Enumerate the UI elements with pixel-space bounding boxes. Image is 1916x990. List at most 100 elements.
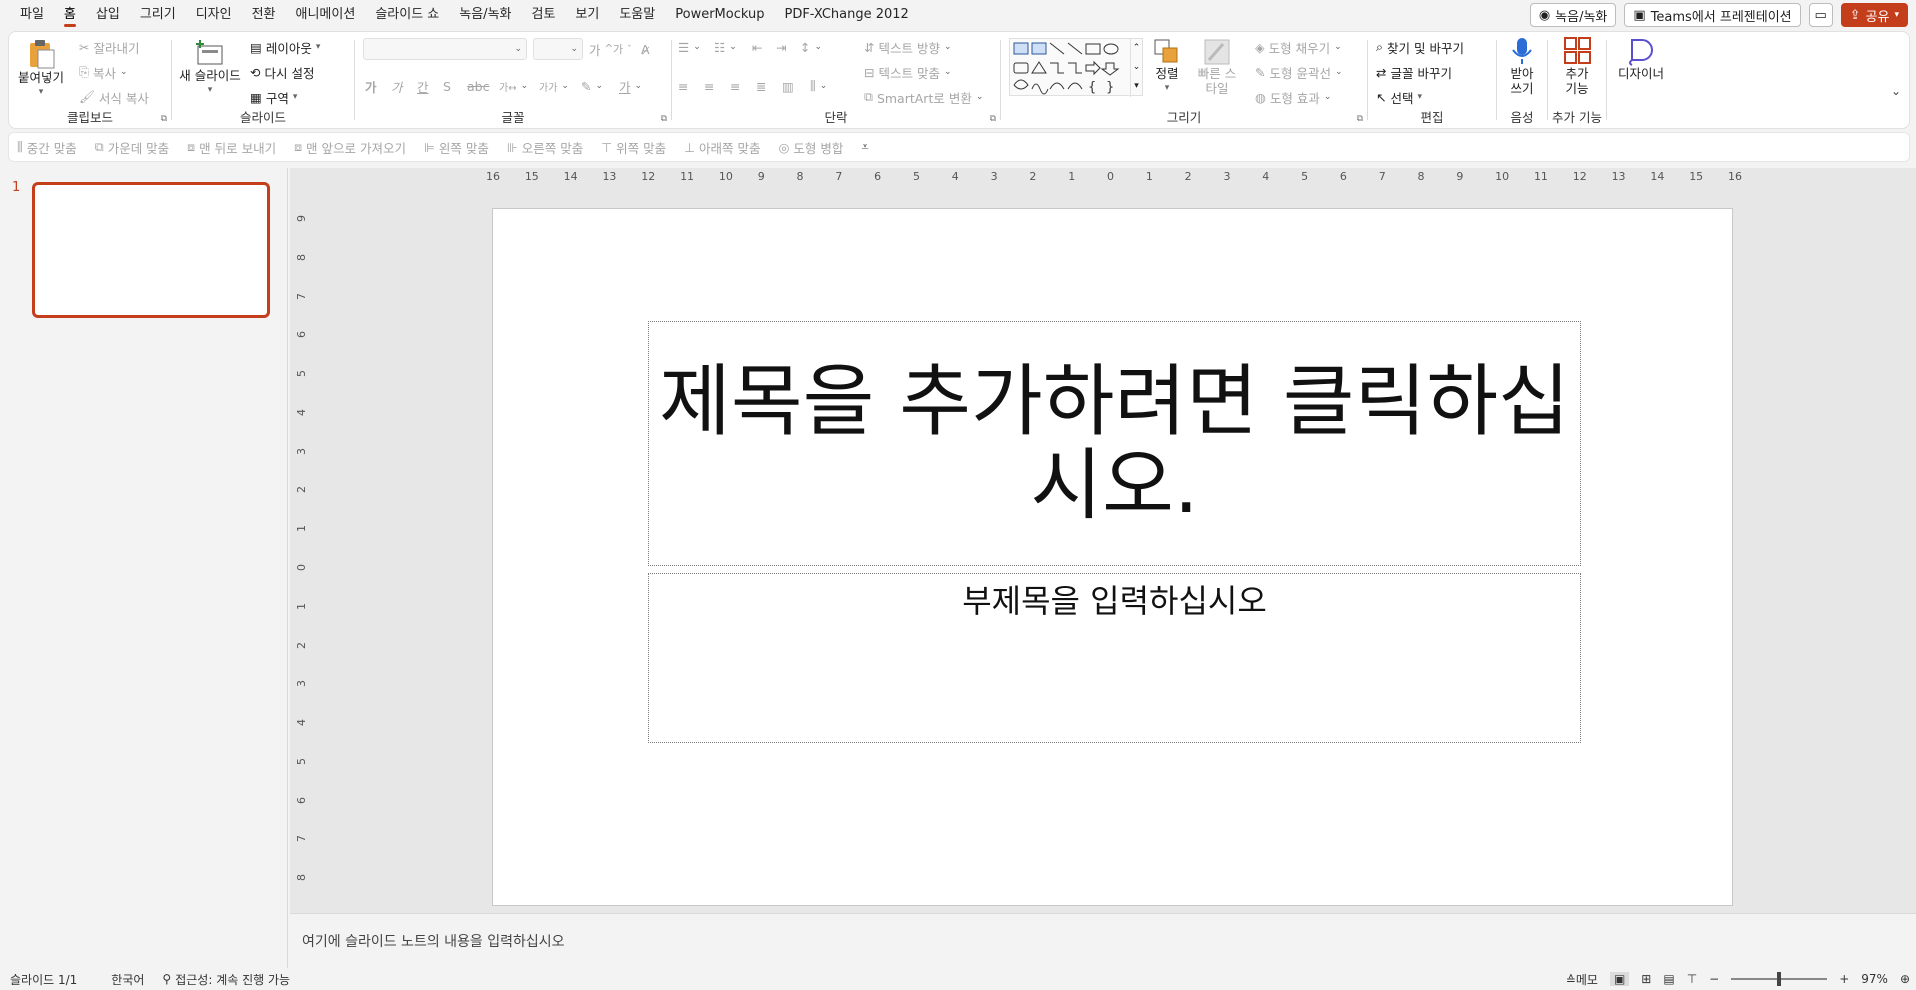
section-button[interactable]: ▦ 구역 ▾: [250, 86, 297, 108]
arrange-button[interactable]: 정렬 ▾: [1149, 38, 1185, 96]
bold-button[interactable]: 가: [365, 75, 377, 97]
slide-canvas[interactable]: 제목을 추가하려면 클릭하십시오. 부제목을 입력하십시오: [492, 208, 1733, 906]
shape-fill-button[interactable]: ◈ 도형 채우기 ⌄: [1255, 36, 1342, 58]
notes-pane[interactable]: 여기에 슬라이드 노트의 내용을 입력하십시오: [290, 913, 1916, 968]
distributed-button[interactable]: ▥: [782, 75, 794, 97]
comments-button[interactable]: ▭: [1808, 3, 1833, 27]
toolbar2-button[interactable]: ⊪ 오른쪽 맞춤: [507, 138, 583, 157]
designer-button[interactable]: 디자이너: [1613, 36, 1669, 81]
menu-tab[interactable]: 삽입: [86, 0, 130, 30]
italic-button[interactable]: 가: [391, 75, 403, 97]
slide-sorter-button[interactable]: ⊞: [1641, 972, 1651, 986]
shapes-gallery[interactable]: { } ⌃ ⌄ ▾: [1009, 38, 1143, 97]
change-case-button[interactable]: 가가 ⌄: [539, 75, 569, 97]
font-color-button[interactable]: 가 ⌄: [619, 75, 642, 97]
paste-button[interactable]: 붙여넣기 ▾: [17, 38, 65, 100]
align-left-button[interactable]: ≡: [678, 75, 688, 97]
menu-tab[interactable]: 녹음/녹화: [449, 0, 521, 30]
char-spacing-button[interactable]: 가↔ ⌄: [499, 75, 528, 97]
align-center-button[interactable]: ≡: [704, 75, 714, 97]
shrink-font-button[interactable]: 가ˇ: [613, 38, 632, 60]
text-direction-button[interactable]: ⇵ 텍스트 방향 ⌄: [864, 36, 952, 58]
shape-effects-button[interactable]: ◍ 도형 효과 ⌄: [1255, 86, 1331, 108]
zoom-slider-knob[interactable]: [1777, 972, 1782, 986]
numbering-button[interactable]: ☷ ⌄: [714, 36, 737, 58]
reading-view-button[interactable]: ▤: [1663, 972, 1674, 986]
dialog-launcher-icon[interactable]: ⧉: [1357, 114, 1363, 124]
grow-font-button[interactable]: 가 ^: [589, 38, 613, 60]
language-indicator[interactable]: 한국어: [111, 971, 144, 988]
replace-fonts-button[interactable]: ⇄ 글꼴 바꾸기: [1376, 61, 1452, 83]
columns-button[interactable]: ⫼ ⌄: [810, 75, 827, 97]
clear-format-button[interactable]: A̷: [641, 38, 650, 60]
reset-button[interactable]: ⟲ 다시 설정: [250, 61, 314, 83]
layout-button[interactable]: ▤ 레이아웃 ▾: [250, 36, 320, 58]
normal-view-button[interactable]: ▣: [1609, 972, 1630, 986]
gallery-scroll[interactable]: ⌃ ⌄ ▾: [1130, 39, 1142, 97]
new-slide-button[interactable]: 새 슬라이드 ▾: [176, 38, 244, 98]
shape-outline-button[interactable]: ✎ 도형 윤곽선 ⌄: [1255, 61, 1343, 83]
zoom-level[interactable]: 97%: [1861, 972, 1888, 986]
justify-button[interactable]: ≣: [756, 75, 766, 97]
title-placeholder[interactable]: 제목을 추가하려면 클릭하십시오.: [648, 321, 1581, 566]
decrease-indent-button[interactable]: ⇤: [752, 36, 762, 58]
dictate-button[interactable]: 받아 쓰기: [1501, 36, 1543, 96]
toolbar2-button[interactable]: ⧈ 맨 앞으로 가져오기: [294, 138, 406, 157]
menu-tab[interactable]: 디자인: [186, 0, 242, 30]
bullets-button[interactable]: ☰ ⌄: [678, 36, 701, 58]
toolbar2-button[interactable]: ⫼ 중간 맞춤: [17, 138, 77, 157]
menu-tab[interactable]: 검토: [522, 0, 566, 30]
font-size-select[interactable]: ⌄: [533, 38, 583, 60]
slide-thumbnail[interactable]: [32, 182, 270, 318]
zoom-slider[interactable]: [1731, 972, 1828, 986]
format-painter-button[interactable]: 🖌 서식 복사: [79, 86, 149, 108]
increase-indent-button[interactable]: ⇥: [776, 36, 786, 58]
quick-styles-button[interactable]: 빠른 스타일: [1195, 38, 1239, 96]
menu-tab[interactable]: PDF-XChange 2012: [774, 0, 918, 30]
menu-tab[interactable]: 홈: [54, 0, 86, 30]
select-button[interactable]: ↖ 선택 ▾: [1376, 86, 1422, 108]
cut-button[interactable]: ✂ 잘라내기: [79, 36, 140, 58]
more-options-icon[interactable]: ⩡: [861, 140, 868, 155]
menu-tab[interactable]: PowerMockup: [665, 0, 774, 30]
find-replace-button[interactable]: ⌕ 찾기 및 바꾸기: [1376, 36, 1464, 58]
smartart-button[interactable]: ⧉ SmartArt로 변환 ⌄: [864, 86, 983, 108]
strikethrough-button[interactable]: abc: [467, 75, 489, 97]
collapse-ribbon-icon[interactable]: ⌄: [1891, 84, 1901, 98]
copy-button[interactable]: ⎘ 복사 ⌄: [79, 61, 128, 83]
toolbar2-button[interactable]: ⊥ 아래쪽 맞춤: [684, 138, 760, 157]
toolbar2-button[interactable]: ◎ 도형 병합: [778, 138, 843, 157]
addins-button[interactable]: 추가 기능: [1554, 36, 1600, 96]
dialog-launcher-icon[interactable]: ⧉: [990, 114, 996, 124]
align-text-button[interactable]: ⊟ 텍스트 맞춤 ⌄: [864, 61, 952, 83]
highlight-button[interactable]: ✎ ⌄: [581, 75, 603, 97]
menu-tab[interactable]: 그리기: [130, 0, 186, 30]
menu-tab[interactable]: 파일: [10, 0, 54, 30]
menu-tab[interactable]: 슬라이드 쇼: [365, 0, 449, 30]
toolbar2-button[interactable]: ⧈ 맨 뒤로 보내기: [187, 138, 276, 157]
font-name-select[interactable]: ⌄: [363, 38, 527, 60]
line-spacing-button[interactable]: ↕ ⌄: [800, 36, 822, 58]
slideshow-button[interactable]: ⊤: [1687, 972, 1697, 986]
shadow-button[interactable]: S: [443, 75, 451, 97]
fit-slide-icon[interactable]: ⊕: [1900, 972, 1910, 986]
dialog-launcher-icon[interactable]: ⧉: [161, 114, 167, 124]
zoom-in-button[interactable]: +: [1839, 972, 1849, 986]
dialog-launcher-icon[interactable]: ⧉: [661, 114, 667, 124]
notes-toggle-button[interactable]: ≙메모: [1566, 971, 1598, 988]
toolbar2-button[interactable]: ⧉ 가운데 맞춤: [95, 138, 169, 157]
teams-present-button[interactable]: ▣ Teams에서 프레젠테이션: [1624, 3, 1801, 27]
underline-button[interactable]: 간: [417, 75, 429, 97]
align-right-button[interactable]: ≡: [730, 75, 740, 97]
horizontal-ruler[interactable]: 16 15 14 13 12 11 10 9 8 7 6 5 4 3 2 1 0 1 2 3 4 5 6 7 8 9 10 11 12 1…: [486, 170, 1742, 184]
menu-tab[interactable]: 보기: [565, 0, 609, 30]
menu-tab[interactable]: 전환: [242, 0, 286, 30]
accessibility-status[interactable]: 접근성: 계속 진행 가능: [175, 971, 290, 988]
vertical-ruler[interactable]: 9876543210123456789: [295, 208, 312, 920]
zoom-out-button[interactable]: −: [1709, 972, 1719, 986]
toolbar2-button[interactable]: ⊤ 위쪽 맞춤: [601, 138, 666, 157]
subtitle-placeholder[interactable]: 부제목을 입력하십시오: [648, 573, 1581, 743]
menu-tab[interactable]: 도움말: [609, 0, 665, 30]
record-button[interactable]: ◉ 녹음/녹화: [1529, 3, 1617, 27]
share-button[interactable]: ⇪ 공유 ▾: [1840, 3, 1908, 27]
